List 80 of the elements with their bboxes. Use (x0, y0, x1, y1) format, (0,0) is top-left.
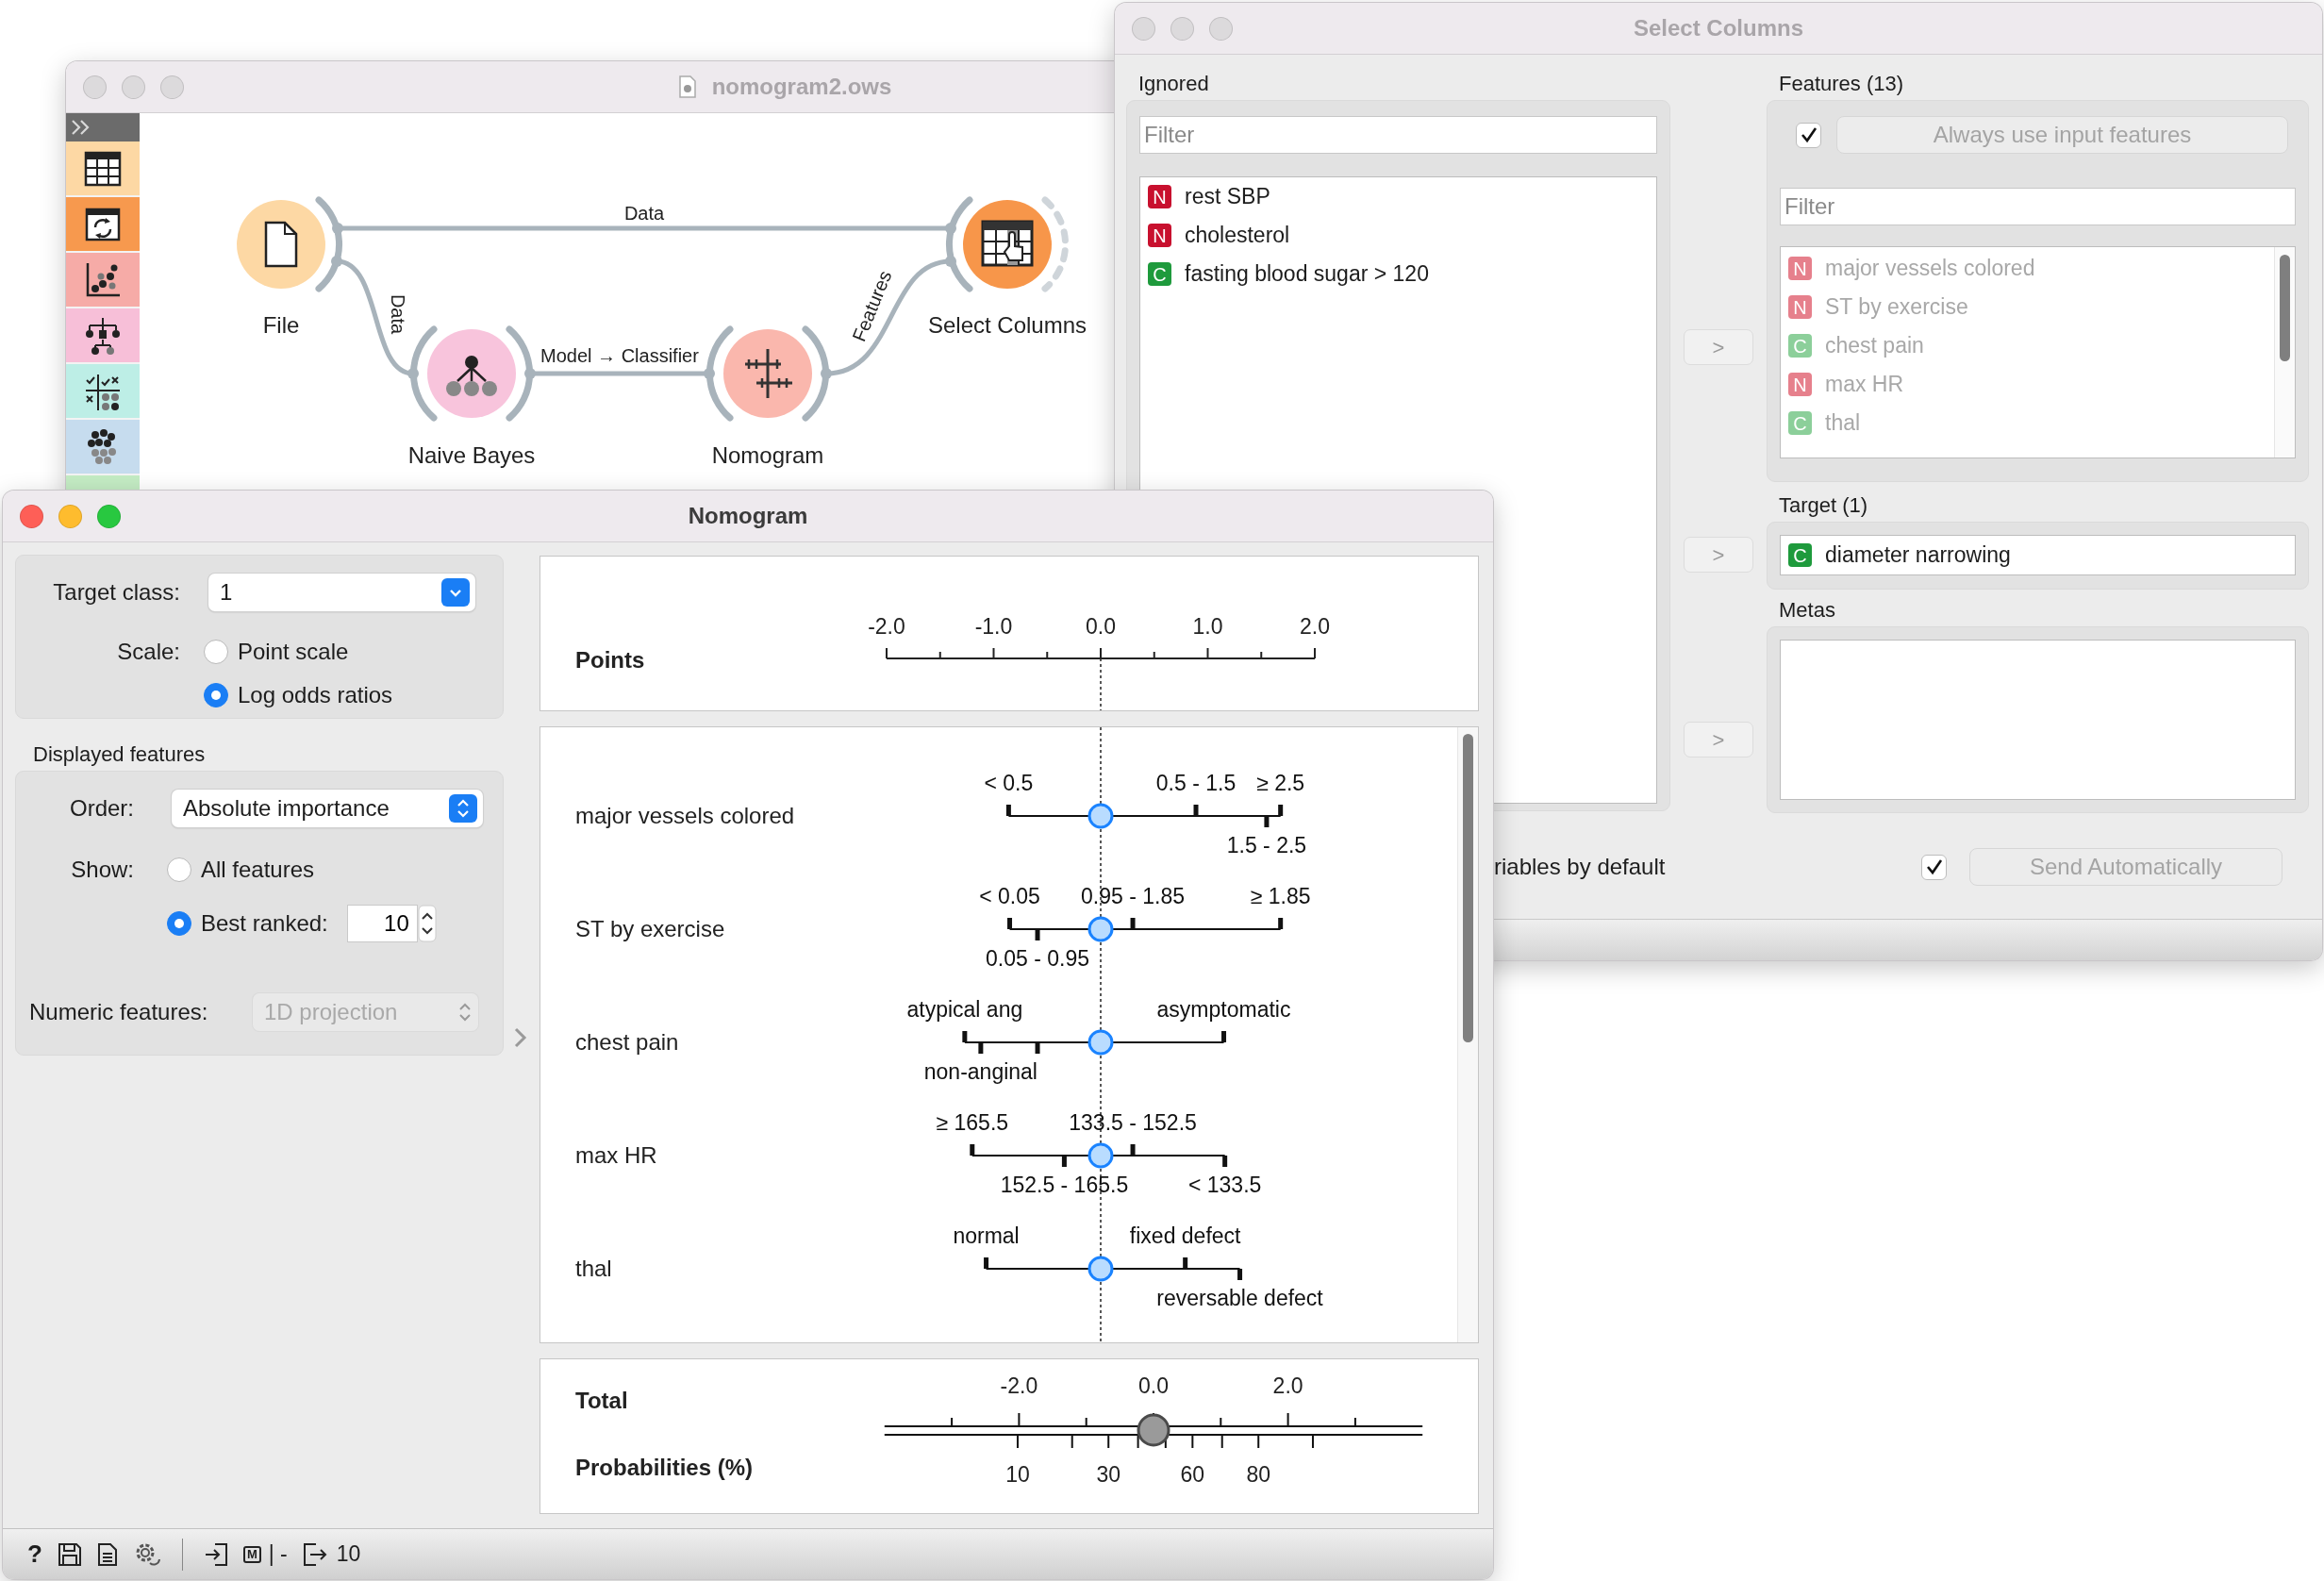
tick-label: 0.0 (1138, 1373, 1169, 1399)
type-badge: N (1788, 257, 1812, 280)
window-title: nomogram2.ows (711, 73, 892, 101)
tick-label: 30 (1096, 1462, 1121, 1488)
field-label: Target class: (52, 578, 180, 607)
variable-name: max HR (1825, 371, 1904, 399)
feature-name: max HR (575, 1142, 657, 1169)
tick-label: ≥ 1.85 (1250, 884, 1311, 909)
tick-label: fixed defect (1129, 1223, 1241, 1249)
variable-name: cholesterol (1185, 222, 1290, 250)
type-badge: N (1148, 224, 1171, 247)
axis-title: Points (575, 647, 645, 674)
group-label: Ignored (1137, 71, 1210, 97)
type-badge: C (1788, 543, 1812, 567)
field-label: Scale: (116, 638, 180, 666)
variable-name: major vessels colored (1825, 255, 2035, 283)
type-badge: N (1788, 373, 1812, 396)
output-summary: 10 (336, 1540, 361, 1569)
tick-label: < 0.5 (984, 771, 1034, 796)
tick-label: 152.5 - 165.5 (1000, 1173, 1129, 1198)
tick-label: non-anginal (923, 1059, 1038, 1085)
tick-label: 80 (1246, 1462, 1270, 1488)
feature-name: ST by exercise (575, 916, 725, 942)
tick-label: 0.95 - 1.85 (1081, 884, 1186, 909)
group-label: Displayed features (33, 741, 206, 768)
tick-label: -1.0 (974, 614, 1013, 640)
axis-title: Probabilities (%) (575, 1455, 754, 1481)
tick-label: -2.0 (868, 614, 905, 640)
option-label: riables by default (1494, 853, 1666, 881)
group-label: Metas (1778, 597, 1836, 624)
tick-label: ≥ 165.5 (936, 1110, 1009, 1136)
tick-label: normal (953, 1223, 1020, 1249)
tick-label: 133.5 - 152.5 (1069, 1110, 1197, 1136)
axis-title: Total (575, 1388, 628, 1414)
tick-label: atypical ang (906, 997, 1023, 1023)
type-badge: C (1788, 411, 1812, 435)
input-summary: | - (268, 1540, 288, 1569)
feature-name: major vessels colored (575, 803, 795, 829)
variable-name: thal (1825, 409, 1861, 438)
tick-label: 0.5 - 1.5 (1155, 771, 1237, 796)
group-label: Features (13) (1778, 71, 1905, 97)
link-label: Model → Classifier (540, 345, 699, 367)
node-label: Naive Bayes (407, 442, 536, 469)
link-label: Data (623, 203, 665, 225)
tick-label: asymptomatic (1156, 997, 1291, 1023)
tick-label: 0.0 (1086, 614, 1116, 640)
node-label: Nomogram (711, 442, 824, 469)
tick-label: -2.0 (1000, 1373, 1038, 1399)
tick-label: 10 (1005, 1462, 1030, 1488)
group-label: Target (1) (1778, 492, 1869, 519)
node-label: Select Columns (927, 312, 1087, 339)
tick-label: < 0.05 (979, 884, 1040, 909)
type-badge: N (1788, 295, 1812, 319)
variable-name: chest pain (1825, 332, 1924, 360)
tick-label: < 133.5 (1187, 1173, 1262, 1198)
type-badge: C (1148, 262, 1171, 286)
node-label: File (262, 312, 300, 339)
tick-label: ≥ 2.5 (1256, 771, 1305, 796)
feature-name: chest pain (575, 1029, 679, 1056)
input-flag: M (242, 1545, 261, 1563)
tick-label: reversable defect (1156, 1286, 1323, 1311)
variable-name: diameter narrowing (1825, 541, 2011, 570)
variable-name: fasting blood sugar > 120 (1185, 260, 1429, 289)
feature-name: thal (575, 1256, 612, 1282)
tick-label: 1.5 - 2.5 (1226, 833, 1307, 858)
tick-label: 1.0 (1192, 614, 1223, 640)
tick-label: 2.0 (1300, 614, 1330, 640)
variable-name: ST by exercise (1825, 293, 1968, 322)
variable-name: rest SBP (1185, 183, 1270, 211)
field-label: Show: (70, 856, 134, 884)
field-label: Order: (69, 794, 134, 823)
tick-label: 60 (1180, 1462, 1205, 1488)
window-title: Nomogram (688, 502, 808, 530)
field-label: Numeric features: (29, 998, 209, 1026)
tick-label: 2.0 (1272, 1373, 1303, 1399)
type-badge: N (1148, 185, 1171, 208)
window-title: Select Columns (1633, 14, 1803, 42)
link-label: Data (387, 293, 408, 335)
type-badge: C (1788, 334, 1812, 358)
tick-label: 0.05 - 0.95 (986, 946, 1089, 972)
